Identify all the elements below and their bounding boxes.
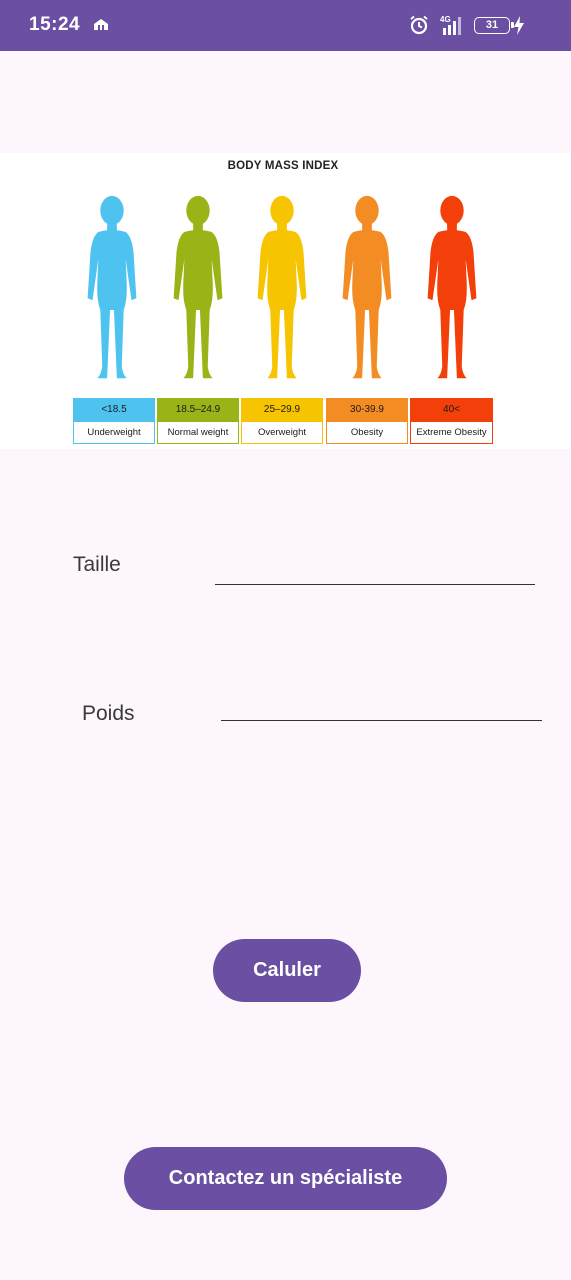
- bmi-label-overweight: Overweight: [241, 421, 323, 444]
- contact-specialist-button[interactable]: Contactez un spécialiste: [124, 1147, 447, 1210]
- status-time: 15:24: [29, 14, 81, 35]
- bmi-chart-image: BODY MASS INDEX <18.5 18.5–24.9 25–29.9 …: [0, 153, 571, 449]
- bmi-label-normal: Normal weight: [157, 421, 239, 444]
- bmi-range-underweight: <18.5: [73, 398, 155, 421]
- height-label: Taille: [73, 553, 121, 576]
- silhouette-overweight: [257, 195, 307, 379]
- silhouette-underweight: [87, 195, 137, 379]
- silhouette-normal: [173, 195, 223, 379]
- bmi-label-obesity: Obesity: [326, 421, 408, 444]
- bmi-chart-title: BODY MASS INDEX: [227, 160, 339, 172]
- silhouette-extreme-obesity: [427, 195, 477, 379]
- battery-icon: 31: [474, 17, 514, 34]
- notification-icon: [94, 19, 108, 30]
- alarm-icon: [410, 15, 428, 35]
- network-type: 4G: [440, 15, 451, 24]
- height-input[interactable]: [215, 555, 535, 585]
- calculate-button[interactable]: Caluler: [213, 939, 361, 1002]
- bmi-range-extreme-obesity: 40<: [410, 398, 493, 421]
- weight-input[interactable]: [221, 691, 542, 721]
- status-bar: 15:24 4G 31: [0, 0, 571, 51]
- bmi-range-normal: 18.5–24.9: [157, 398, 239, 421]
- weight-label: Poids: [82, 702, 135, 725]
- signal-icon: 4G: [440, 15, 461, 35]
- bmi-label-extreme-obesity: Extreme Obesity: [410, 421, 493, 444]
- charging-bolt-icon: [514, 16, 524, 35]
- bmi-label-underweight: Underweight: [73, 421, 155, 444]
- body-silhouettes: [87, 195, 477, 379]
- silhouette-obesity: [342, 195, 392, 379]
- bmi-range-overweight: 25–29.9: [241, 398, 323, 421]
- bmi-range-obesity: 30-39.9: [326, 398, 408, 421]
